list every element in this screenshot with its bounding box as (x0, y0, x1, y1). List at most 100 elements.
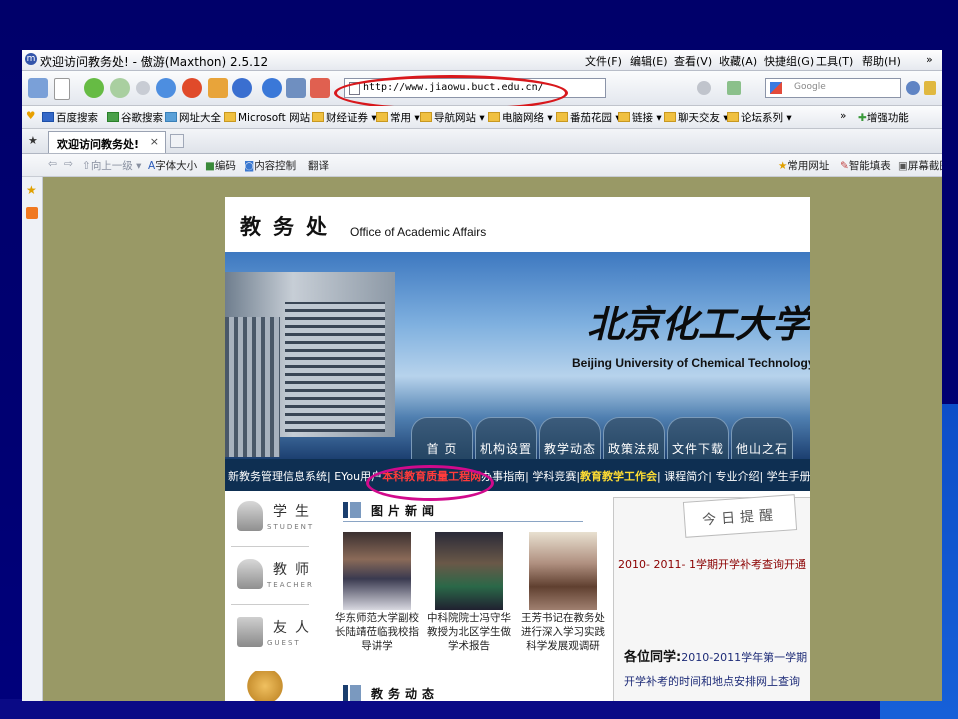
fav-finance[interactable]: 财经证券 ▾ (312, 110, 377, 125)
favorites-star-icon[interactable]: ★ (26, 183, 37, 197)
security-icon[interactable] (697, 81, 711, 95)
link-group-e[interactable]: | 课程简介| 专业介绍| 学生手册| 教学通讯| (657, 470, 810, 483)
menu-favorites[interactable]: 收藏(A) (719, 53, 757, 69)
highlight-icon[interactable] (924, 81, 936, 95)
website: 教务处 Office of Academic Affairs 北京化工大学 Be… (225, 197, 810, 701)
tab-welcome[interactable]: 欢迎访问教务处! × (48, 131, 166, 153)
back-icon[interactable] (84, 78, 104, 98)
screenshot-icon: ▣ (898, 160, 908, 172)
history-icon[interactable] (262, 78, 282, 98)
screenshot-button[interactable]: ▣屏幕截图 (898, 158, 942, 173)
office-title-cn: 教务处 (240, 214, 339, 239)
page-viewport: 教务处 Office of Academic Affairs 北京化工大学 Be… (43, 177, 942, 701)
menu-view[interactable]: 查看(V) (674, 53, 712, 69)
building-windows (285, 302, 385, 432)
news-photo-2[interactable] (435, 532, 503, 610)
translate-button[interactable]: 翻译 (308, 158, 329, 173)
header-underline (343, 521, 583, 522)
save-page-icon[interactable] (286, 78, 306, 98)
side-panel: ★ (22, 177, 43, 701)
forward-small-icon[interactable]: ⇨ (64, 158, 73, 170)
menu-tools[interactable]: 工具(T) (816, 53, 853, 69)
new-page-icon[interactable] (54, 78, 70, 100)
content-icon: ◙ (244, 160, 255, 172)
fav-links[interactable]: 链接 ▾ (618, 110, 662, 125)
rss-icon[interactable] (26, 207, 38, 219)
fav-computer[interactable]: 电脑网络 ▾ (488, 110, 553, 125)
tools-icon[interactable] (310, 78, 330, 98)
common-sites-button[interactable]: ★常用网址 (778, 158, 829, 173)
news-photo-3[interactable] (529, 532, 597, 610)
font-size-button[interactable]: A字体大小 (148, 158, 197, 173)
folder-icon (727, 112, 739, 122)
role-teacher[interactable]: 教师 TEACHER (225, 549, 315, 604)
content-control-button[interactable]: ◙内容控制 (244, 158, 296, 173)
home-icon[interactable] (208, 78, 228, 98)
undo-close-icon[interactable] (232, 78, 252, 98)
header-mark (350, 685, 361, 701)
new-tab-icon[interactable] (170, 134, 184, 148)
reminder-notice[interactable]: 各位同学:2010-2011学年第一学期开学补考的时间和地点安排网上查询 (624, 646, 808, 694)
go-icon[interactable] (727, 81, 741, 95)
fav-common[interactable]: 常用 ▾ (376, 110, 420, 125)
link-group-c[interactable]: 办事指南| 学科竞赛| (481, 470, 580, 483)
reminder-item[interactable]: 2010- 2011- 1学期开学补考查询开通 (614, 556, 810, 572)
role-guest[interactable]: 友人 GUEST (225, 607, 315, 662)
nav-downloads[interactable]: 文件下载 (667, 417, 729, 459)
nav-references[interactable]: 他山之石 (731, 417, 793, 459)
role-student[interactable]: 学生 STUDENT (225, 491, 315, 546)
university-name-cn: 北京化工大学 (587, 302, 809, 346)
guest-icon (237, 617, 263, 647)
menu-file[interactable]: 文件(F) (585, 53, 622, 69)
title-bar: m 欢迎访问教务处! - 傲游(Maxthon) 2.5.12 文件(F) 编辑… (22, 50, 942, 71)
close-icon[interactable]: × (150, 135, 159, 148)
fav-navigation[interactable]: 导航网站 ▾ (420, 110, 485, 125)
nav-organization[interactable]: 机构设置 (475, 417, 537, 459)
news-caption-3[interactable]: 王芳书记在教务处进行深入学习实践科学发展观调研 (518, 611, 608, 653)
menu-groups[interactable]: 快捷组(G) (764, 53, 814, 69)
nav-home[interactable]: 首 页 (411, 417, 473, 459)
encoding-button[interactable]: ■编码 (205, 158, 236, 173)
slide-bottom-band (0, 699, 958, 719)
favorites-overflow-icon[interactable]: » (840, 110, 846, 122)
fav-url-directory[interactable]: 网址大全 (165, 110, 221, 125)
link-teaching-conference[interactable]: 教育教学工作会 (580, 470, 657, 483)
nav-teaching-news[interactable]: 教学动态 (539, 417, 601, 459)
role-label: 友人 (273, 620, 317, 636)
menu-help[interactable]: 帮助(H) (862, 53, 901, 69)
fav-chat[interactable]: 聊天交友 ▾ (664, 110, 729, 125)
folder-icon (312, 112, 324, 122)
browser-window: m 欢迎访问教务处! - 傲游(Maxthon) 2.5.12 文件(F) 编辑… (22, 50, 942, 701)
favorites-heart-icon[interactable]: ♥ (26, 110, 35, 122)
smart-fill-button[interactable]: ✎智能填表 (840, 158, 891, 173)
fav-microsoft[interactable]: Microsoft 网站 ▾ (224, 110, 319, 125)
folder-icon (224, 112, 236, 122)
fav-google[interactable]: 谷歌搜索 (107, 110, 163, 125)
refresh-icon[interactable] (156, 78, 176, 98)
back-small-icon[interactable]: ⇦ (48, 158, 57, 170)
news-caption-1[interactable]: 华东师范大学副校长陆靖莅临我校指导讲学 (332, 611, 422, 653)
search-box[interactable]: Google (765, 78, 901, 98)
reminder-panel: 今日提醒 2010- 2011- 1学期开学补考查询开通 各位同学:2010-2… (613, 494, 810, 701)
forward-icon[interactable] (110, 78, 130, 98)
header-mark (343, 685, 348, 701)
user-icon[interactable] (28, 78, 48, 98)
link-group-a[interactable]: 新教务管理信息系统| EYou用户 (228, 470, 382, 483)
fav-tomato[interactable]: 番茄花园 ▾ (556, 110, 621, 125)
stop-icon[interactable] (182, 78, 202, 98)
fav-baidu[interactable]: 百度搜索 (42, 110, 98, 125)
search-input[interactable]: Google (794, 82, 826, 92)
news-photo-1[interactable] (343, 532, 411, 610)
up-level-button[interactable]: ⇧向上一级 ▾ (82, 158, 141, 173)
nav-policies[interactable]: 政策法规 (603, 417, 665, 459)
header-mark (350, 502, 361, 518)
quality-link-highlight-ellipse (366, 465, 494, 501)
news-caption-2[interactable]: 中科院院士冯守华教授为北区学生做学术报告 (424, 611, 514, 653)
dropdown-icon[interactable] (136, 81, 150, 95)
search-icon[interactable] (906, 81, 920, 95)
enhance-button[interactable]: ✚增强功能 (858, 110, 909, 125)
menu-overflow-icon[interactable]: » (926, 53, 933, 66)
menu-edit[interactable]: 编辑(E) (630, 53, 668, 69)
star-icon[interactable]: ★ (28, 134, 38, 147)
fav-forums[interactable]: 论坛系列 ▾ (727, 110, 792, 125)
